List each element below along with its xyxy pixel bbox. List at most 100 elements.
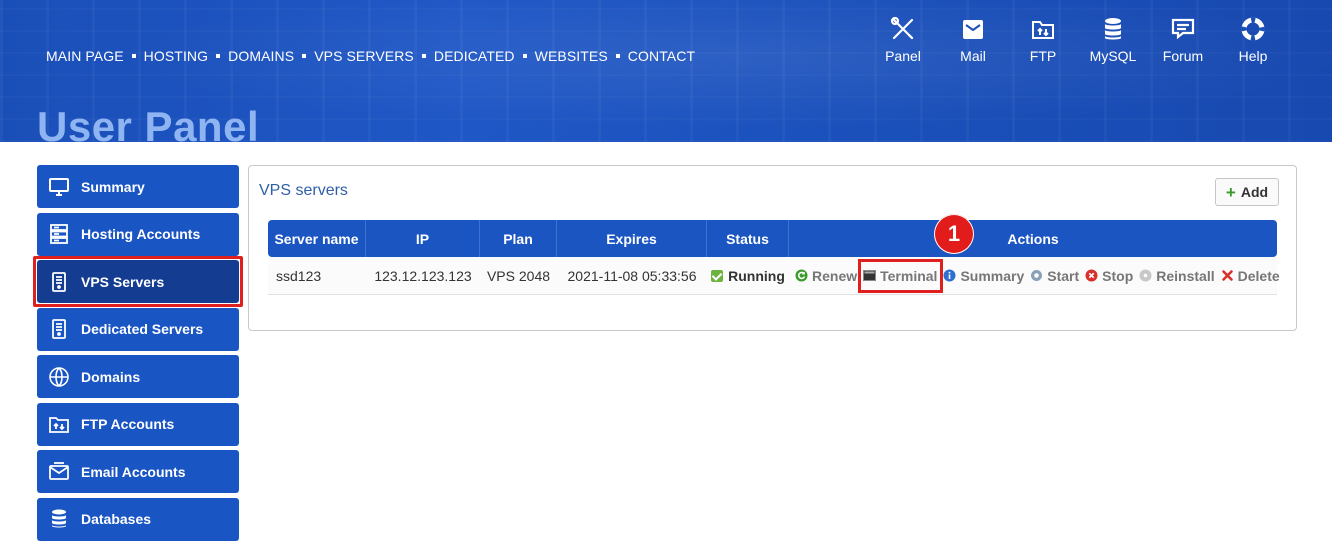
sidebar-item-label: Domains — [81, 368, 141, 385]
action-label: Summary — [960, 267, 1025, 284]
add-button-label: Add — [1240, 184, 1269, 200]
terminal-action[interactable]: Terminal — [858, 258, 944, 293]
sidebar-item-ftp-accounts[interactable]: FTP Accounts — [37, 402, 239, 446]
check-icon — [711, 269, 724, 282]
sidebar-item-label: VPS Servers — [81, 273, 165, 290]
action-label: Terminal — [880, 267, 938, 284]
cell-actions: Renew Terminal Summary Start Stop Reinst… — [789, 257, 1280, 294]
nav-separator — [615, 54, 620, 58]
site-header: MAIN PAGE HOSTING DOMAINS VPS SERVERS DE… — [0, 0, 1332, 142]
ftp-folder-icon — [1032, 21, 1054, 39]
column-header-plan: Plan — [480, 220, 557, 257]
stop-icon — [1085, 269, 1098, 282]
nav-separator — [522, 54, 527, 58]
action-label: Stop — [1102, 267, 1134, 284]
info-icon — [943, 269, 956, 282]
nav-main-page[interactable]: MAIN PAGE — [46, 48, 124, 64]
tool-label: MySQL — [1089, 48, 1137, 64]
table-row: ssd123 123.12.123.123 VPS 2048 2021-11-0… — [268, 257, 1280, 295]
tool-label: Mail — [960, 48, 986, 64]
nav-hosting[interactable]: HOSTING — [144, 48, 208, 64]
delete-x-icon — [1221, 269, 1234, 282]
tool-ftp[interactable]: FTP — [1008, 16, 1078, 64]
action-label: Renew — [812, 267, 858, 284]
terminal-icon — [863, 269, 877, 282]
lifebuoy-icon — [1241, 17, 1265, 41]
nav-separator — [302, 54, 307, 58]
tool-label: Panel — [885, 48, 921, 64]
cell-expires: 2021-11-08 05:33:56 — [567, 267, 697, 284]
renew-icon — [795, 269, 808, 282]
add-button[interactable]: + Add — [1215, 178, 1279, 206]
column-header-ip: IP — [366, 220, 480, 257]
cell-status: Running — [707, 257, 789, 294]
action-label: Reinstall — [1156, 267, 1215, 284]
sidebar-item-label: FTP Accounts — [81, 416, 175, 432]
sidebar-item-databases[interactable]: Databases — [37, 497, 239, 541]
monitor-icon — [49, 177, 69, 196]
column-header-server-name: Server name — [268, 220, 366, 257]
sidebar-item-label: Hosting Accounts — [81, 226, 201, 242]
tool-label: Forum — [1162, 48, 1204, 64]
server-icon — [50, 224, 68, 244]
nav-dedicated[interactable]: DEDICATED — [434, 48, 515, 64]
vps-servers-panel: VPS servers + Add Server name IP Plan Ex… — [248, 165, 1297, 331]
panel-title: VPS servers — [259, 182, 348, 199]
database-icon — [52, 509, 66, 528]
sidebar-item-label: Email Accounts — [81, 463, 186, 480]
nav-websites[interactable]: WEBSITES — [535, 48, 608, 64]
www-globe-icon — [49, 366, 69, 387]
tool-mysql[interactable]: MySQL — [1078, 16, 1148, 64]
column-header-expires: Expires — [557, 220, 707, 257]
sidebar-item-summary[interactable]: Summary — [37, 165, 239, 208]
sidebar-item-vps-servers[interactable]: VPS Servers — [33, 256, 243, 307]
sidebar: Summary Hosting Accounts VPS Servers Ded… — [33, 165, 243, 542]
action-label: Delete — [1237, 267, 1280, 284]
nav-vps-servers[interactable]: VPS SERVERS — [314, 48, 414, 64]
tool-mail[interactable]: Mail — [938, 16, 1008, 64]
table-header: Server name IP Plan Expires Status Actio… — [268, 220, 1277, 257]
top-navigation: MAIN PAGE HOSTING DOMAINS VPS SERVERS DE… — [46, 48, 695, 64]
nav-separator — [216, 54, 221, 58]
stop-action[interactable]: Stop — [1085, 268, 1133, 284]
column-header-status: Status — [707, 220, 789, 257]
tool-forum[interactable]: Forum — [1148, 16, 1218, 64]
tool-label: FTP — [1029, 48, 1057, 64]
sidebar-item-email-accounts[interactable]: Email Accounts — [37, 450, 239, 493]
nav-domains[interactable]: DOMAINS — [228, 48, 294, 64]
plus-icon: + — [1225, 182, 1236, 202]
nav-separator — [421, 54, 426, 58]
sidebar-item-dedicated-servers[interactable]: Dedicated Servers — [37, 307, 239, 351]
renew-action[interactable]: Renew — [795, 268, 857, 284]
sidebar-item-label: Dedicated Servers — [81, 321, 204, 337]
summary-action[interactable]: Summary — [943, 268, 1024, 284]
cell-ip: 123.12.123.123 — [374, 267, 472, 284]
mail-icon — [963, 20, 983, 39]
ftp-folder-icon — [49, 417, 69, 433]
tool-label: Help — [1238, 48, 1268, 64]
nav-separator — [131, 54, 136, 58]
start-gear-icon — [1030, 269, 1043, 282]
reinstall-disc-icon — [1139, 269, 1152, 282]
action-label: Start — [1047, 267, 1080, 284]
reinstall-action[interactable]: Reinstall — [1139, 267, 1215, 284]
tool-help[interactable]: Help — [1218, 16, 1288, 64]
column-header-actions: Actions — [1007, 230, 1059, 247]
dedicated-server-icon — [52, 319, 66, 339]
sidebar-item-domains[interactable]: Domains — [37, 355, 239, 398]
delete-action[interactable]: Delete — [1221, 268, 1280, 284]
start-action[interactable]: Start — [1030, 268, 1079, 284]
sidebar-item-hosting-accounts[interactable]: Hosting Accounts — [37, 212, 239, 256]
email-icon — [49, 461, 69, 480]
cell-server-name: ssd123 — [276, 267, 322, 284]
quick-tools: Panel Mail FTP MySQL Forum Help — [868, 16, 1288, 64]
page-title: User Panel — [37, 103, 260, 142]
forum-icon — [1171, 18, 1195, 40]
sidebar-item-label: Summary — [81, 178, 145, 195]
tool-panel[interactable]: Panel — [868, 16, 938, 64]
cell-plan: VPS 2048 — [486, 267, 551, 284]
vps-server-icon — [52, 271, 66, 292]
annotation-badge: 1 — [934, 214, 974, 254]
nav-contact[interactable]: CONTACT — [628, 48, 695, 64]
database-icon — [1105, 18, 1121, 40]
